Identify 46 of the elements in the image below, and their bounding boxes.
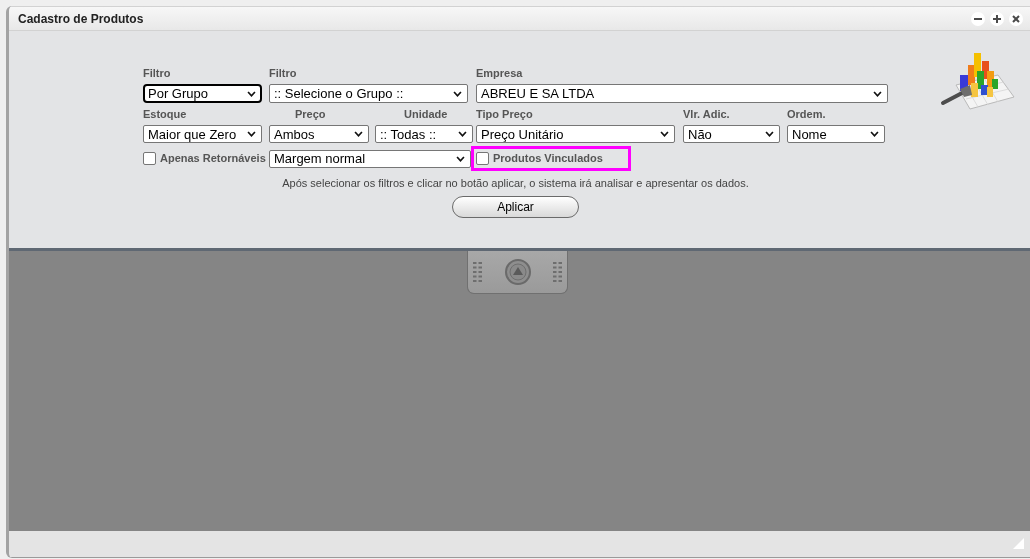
chevron-down-icon	[873, 90, 882, 97]
chevron-down-icon	[456, 155, 465, 162]
chevron-down-icon	[660, 131, 669, 137]
chevron-down-icon	[453, 90, 462, 97]
close-button[interactable]	[1009, 11, 1023, 26]
dropdown[interactable]: :: Todas ::	[375, 125, 473, 143]
checkbox-label: Produtos Vinculados	[493, 152, 603, 165]
close-icon	[1012, 14, 1020, 23]
dropdown[interactable]: Nome	[787, 125, 885, 143]
apply-button[interactable]: Aplicar	[452, 196, 579, 218]
field-label: Unidade	[403, 108, 448, 121]
checkbox[interactable]	[143, 152, 156, 165]
chevron-down-icon	[247, 131, 256, 137]
maximize-button[interactable]	[990, 11, 1004, 26]
field-label: Estoque	[143, 108, 187, 121]
field-label: Empresa	[476, 67, 523, 80]
grip-icon	[553, 261, 562, 283]
collapse-panel-button[interactable]	[467, 251, 568, 294]
chevron-down-icon	[870, 131, 879, 137]
minimize-button[interactable]	[971, 11, 985, 26]
dropdown[interactable]: Maior que Zero	[143, 125, 262, 143]
instruction-text: Após selecionar os filtros e clicar no botão aplicar, o sistema irá analisar e apresentar os dados.	[281, 177, 750, 190]
chevron-down-icon	[354, 131, 363, 137]
grip-icon	[473, 261, 482, 283]
window-title: Cadastro de Produtos	[18, 10, 144, 28]
dropdown[interactable]: ABREU E SA LTDA	[476, 84, 888, 103]
checkbox-label: Apenas Retornáveis	[160, 152, 266, 165]
chevron-down-icon	[247, 90, 256, 97]
chevron-down-icon	[458, 131, 467, 137]
field-label: Tipo Preço	[476, 108, 533, 121]
checkbox[interactable]	[476, 152, 489, 165]
plus-icon	[993, 14, 1001, 23]
dropdown[interactable]: Não	[683, 125, 780, 143]
dropdown[interactable]: Preço Unitário	[476, 125, 675, 143]
dropdown[interactable]: Margem normal	[269, 149, 471, 168]
field-label: Ordem.	[787, 108, 826, 121]
dropdown[interactable]: :: Selecione o Grupo ::	[269, 84, 468, 103]
resize-grip-icon[interactable]	[1013, 538, 1024, 549]
field-label: Filtro	[143, 67, 171, 80]
field-label: Vlr. Adic.	[683, 108, 730, 121]
field-label: Filtro	[269, 67, 297, 80]
field-label: Preço	[294, 108, 326, 121]
dropdown[interactable]: Ambos	[269, 125, 369, 143]
minus-icon	[974, 17, 982, 20]
dropdown[interactable]: Por Grupo	[143, 84, 262, 103]
chevron-down-icon	[765, 131, 774, 137]
